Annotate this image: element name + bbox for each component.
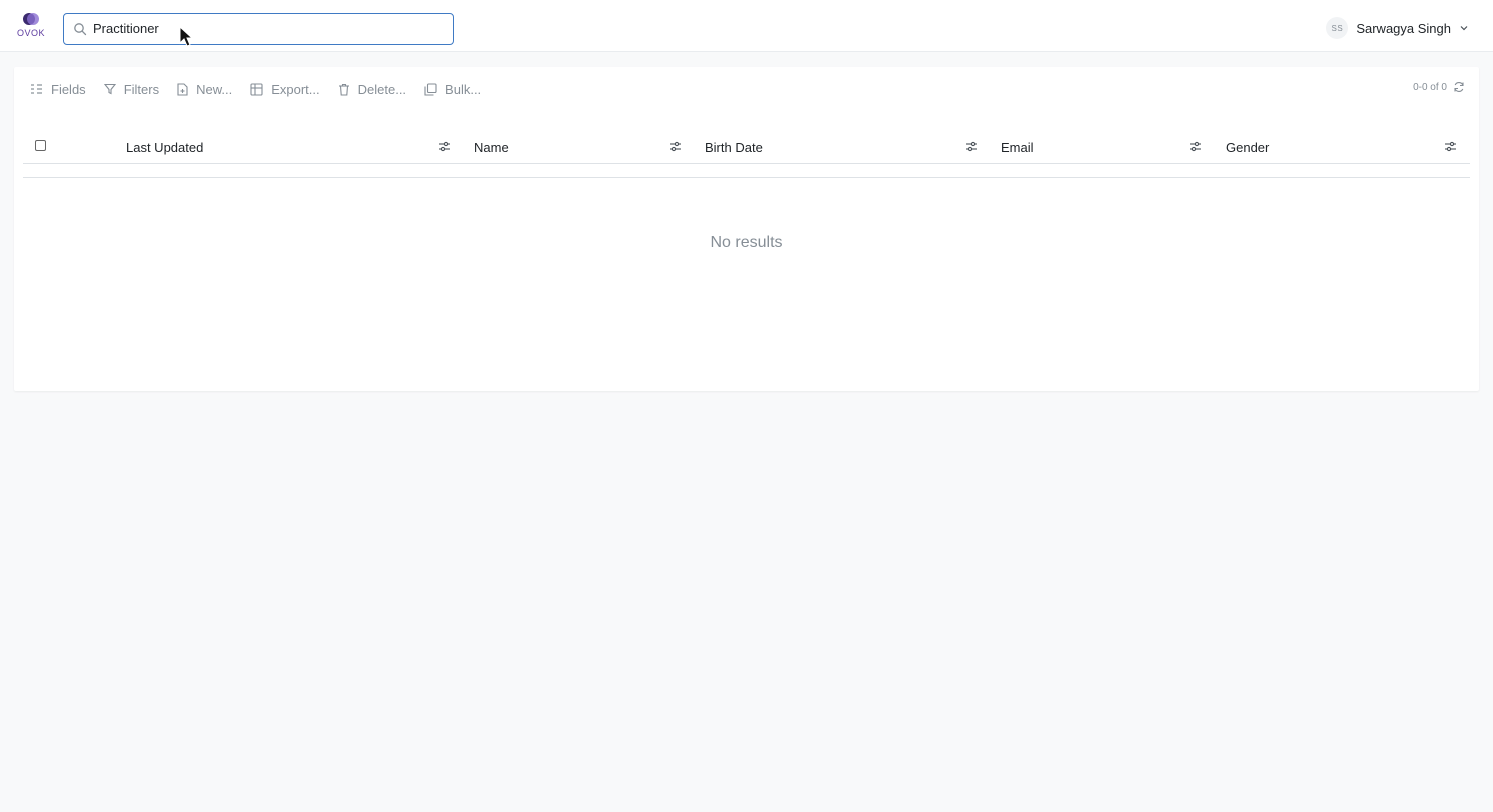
fields-label: Fields [51, 81, 86, 97]
select-all-checkbox[interactable] [35, 140, 46, 151]
table-export-icon [250, 82, 263, 96]
column-label: Email [1001, 139, 1034, 155]
mouse-cursor-icon [179, 26, 194, 47]
table-filter-row [23, 164, 1470, 178]
filter-icon [103, 83, 116, 95]
column-label: Last Updated [126, 139, 204, 155]
column-settings-icon[interactable] [670, 141, 681, 152]
bulk-label: Bulk... [445, 81, 482, 97]
delete-button[interactable]: Delete... [338, 82, 406, 97]
new-file-icon [177, 82, 188, 96]
toolbar: Fields Filters New... Export... Delete..… [30, 79, 499, 99]
app-logo[interactable]: OVOK [16, 12, 46, 40]
column-header-gender[interactable]: Gender [1226, 130, 1436, 164]
columns-icon [31, 84, 42, 94]
export-label: Export... [271, 81, 320, 97]
empty-state-text: No results [710, 234, 783, 251]
user-name: Sarwagya Singh [1356, 20, 1451, 36]
search-icon [74, 23, 87, 36]
column-settings-icon[interactable] [1190, 141, 1201, 152]
trash-icon [338, 83, 349, 96]
new-label: New... [196, 81, 233, 97]
column-settings-icon[interactable] [966, 141, 977, 152]
copy-icon [424, 82, 437, 96]
column-header-name[interactable]: Name [474, 130, 674, 164]
column-label: Name [474, 139, 509, 155]
column-header-birth-date[interactable]: Birth Date [705, 130, 965, 164]
new-button[interactable]: New... [177, 82, 232, 97]
column-label: Gender [1226, 139, 1270, 155]
export-button[interactable]: Export... [250, 81, 320, 97]
column-settings-icon[interactable] [1445, 141, 1456, 152]
filters-label: Filters [123, 81, 160, 97]
filters-button[interactable]: Filters [103, 81, 160, 97]
chevron-down-icon [1460, 26, 1468, 31]
column-label: Birth Date [705, 139, 763, 155]
pagination-info: 0-0 of 0 [1413, 81, 1465, 93]
top-header: OVOK SS Sarwagya Singh [0, 0, 1493, 52]
avatar: SS [1326, 17, 1349, 39]
refresh-icon[interactable] [1453, 81, 1465, 93]
search-input[interactable] [93, 14, 443, 44]
logo-text: OVOK [16, 28, 45, 38]
table-header-row: Last Updated Name Birth Date Email Gende… [23, 130, 1470, 164]
search-box[interactable] [63, 13, 454, 45]
fields-button[interactable]: Fields [30, 82, 86, 97]
user-menu[interactable]: SS Sarwagya Singh [1326, 17, 1469, 39]
pagination-count: 0-0 of 0 [1413, 81, 1447, 93]
column-header-last-updated[interactable]: Last Updated [126, 130, 456, 164]
logo-mark-icon [23, 13, 39, 25]
delete-label: Delete... [357, 81, 407, 97]
search-results-panel: Fields Filters New... Export... Delete..… [14, 67, 1479, 391]
column-header-email[interactable]: Email [1001, 130, 1191, 164]
bulk-button[interactable]: Bulk... [424, 82, 481, 97]
column-settings-icon[interactable] [439, 141, 450, 152]
